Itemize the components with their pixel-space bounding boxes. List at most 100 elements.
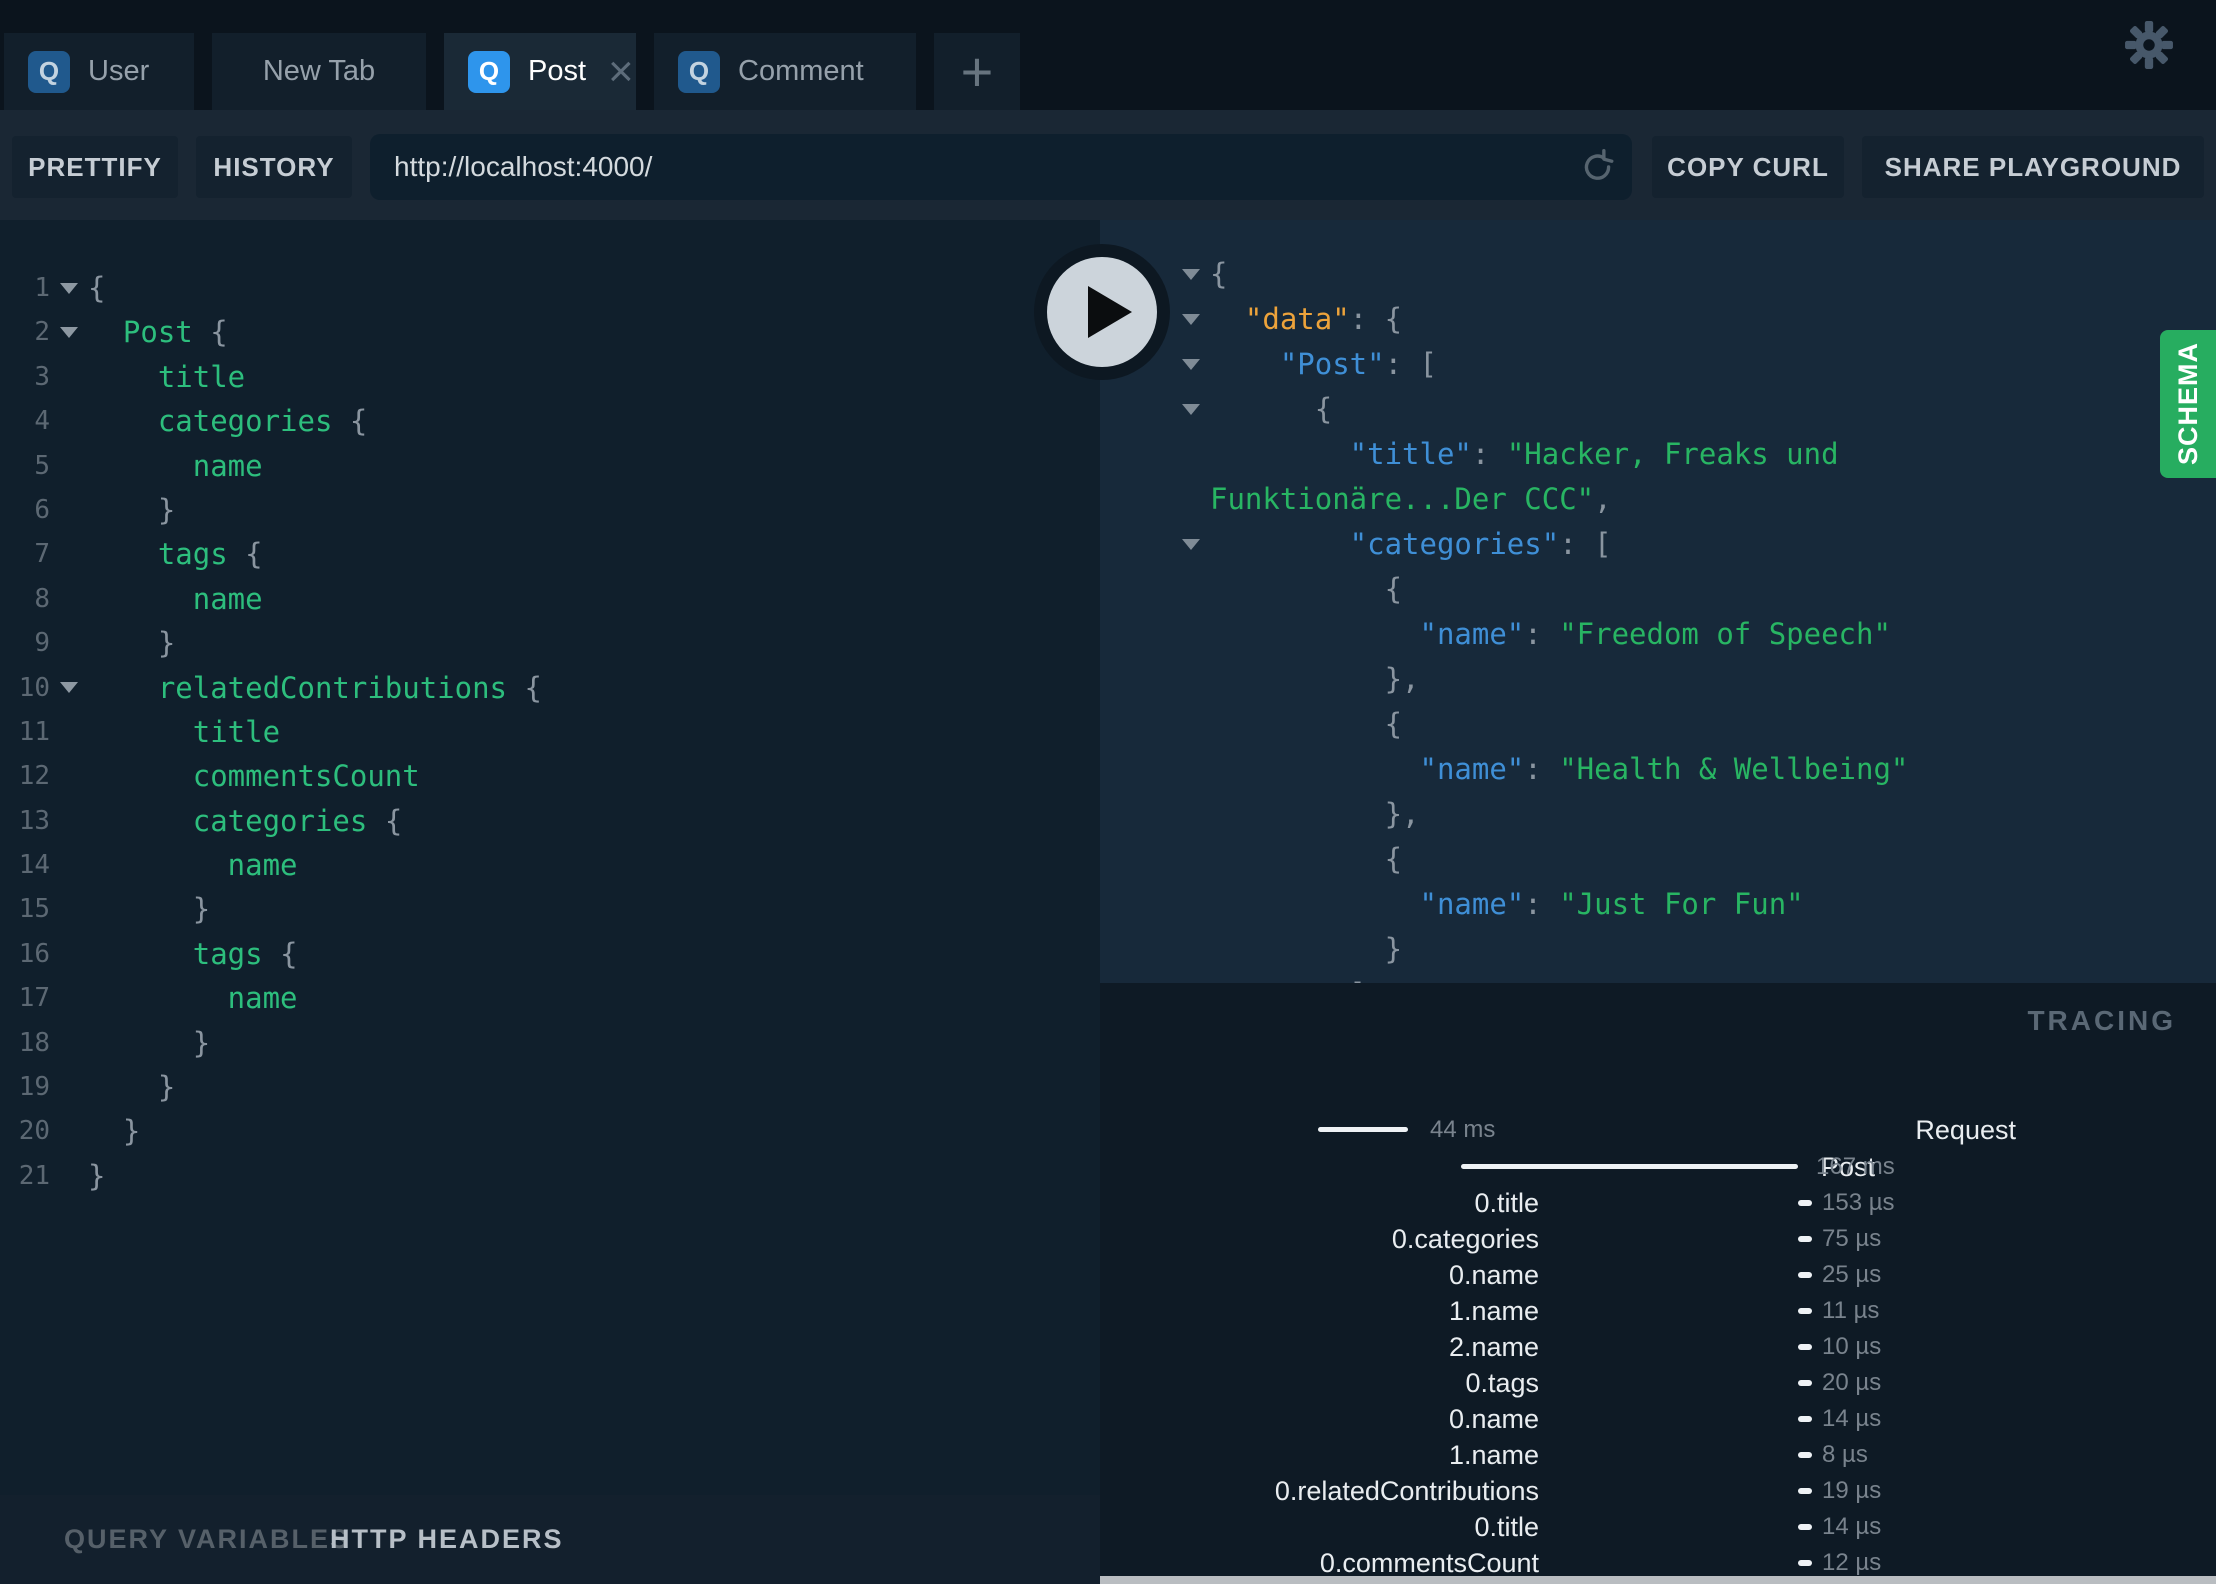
response-text: "title": "Hacker, Freaks und — [1349, 437, 1839, 471]
code-text: } — [192, 892, 211, 927]
editor-line: 8 name — [0, 577, 1100, 621]
line-number: 16 — [18, 938, 50, 969]
line-number: 10 — [18, 672, 50, 703]
response-line: { — [1100, 702, 2216, 747]
fold-arrow-icon[interactable] — [1172, 252, 1210, 297]
response-text: { — [1384, 842, 1403, 876]
tab-new-tab[interactable]: New Tab — [212, 33, 426, 110]
line-number: 15 — [18, 894, 50, 925]
fold-arrow-slot — [50, 355, 88, 399]
fold-arrow-slot — [50, 1109, 88, 1153]
trace-row: Request 44 ms — [1100, 1112, 2216, 1148]
fold-arrow-slot — [50, 843, 88, 887]
fold-arrow-slot — [1172, 837, 1210, 882]
trace-duration-bar — [1798, 1272, 1812, 1278]
trace-field-label: 0.name — [1448, 1404, 1539, 1434]
fold-arrow-slot — [50, 532, 88, 576]
response-text: { — [1210, 257, 1228, 291]
response-text: "data": { — [1244, 302, 1403, 336]
query-badge-icon: Q — [678, 50, 720, 93]
trace-row: 0.title 153 µs — [1100, 1185, 2216, 1221]
fold-arrow-slot — [50, 444, 88, 488]
trace-duration-value: 10 µs — [1822, 1333, 1882, 1360]
new-tab-button[interactable]: + — [934, 33, 1020, 110]
query-variables-tab[interactable]: QUERY VARIABLES — [64, 1495, 350, 1584]
tab-label: Post — [528, 55, 587, 87]
trace-duration-value: 19 µs — [1822, 1477, 1882, 1504]
fold-arrow-icon[interactable] — [1172, 297, 1210, 342]
line-number: 20 — [18, 1116, 50, 1147]
tab-bar-tabs: Q User New Tab Q Post × Q Comment + — [4, 33, 1020, 110]
query-editor[interactable]: 1{2 Post {3 title 4 categories {5 name 6} 7 tags… — [0, 220, 1100, 1495]
response-line: "data": { — [1100, 297, 2216, 342]
response-viewer: { "data": { "Post": [ { "title": "Hacker, Fr… — [1100, 220, 2216, 983]
fold-arrow-slot — [50, 887, 88, 931]
prettify-button[interactable]: PRETTIFY — [12, 136, 178, 198]
editor-line: 6} — [0, 488, 1100, 532]
fold-arrow-slot — [50, 976, 88, 1020]
line-number: 1 — [34, 273, 50, 303]
response-line: "categories": [ — [1100, 522, 2216, 567]
editor-line: 11 title — [0, 710, 1100, 754]
code-text: { — [88, 271, 106, 305]
close-tab-icon[interactable]: × — [608, 49, 634, 93]
tracing-title: TRACING — [2027, 1005, 2176, 1036]
fold-arrow-icon[interactable] — [50, 266, 88, 310]
code-text: name — [227, 981, 298, 1016]
response-line: { — [1100, 252, 2216, 297]
fold-arrow-icon[interactable] — [50, 666, 88, 710]
line-number: 13 — [18, 805, 50, 836]
schema-side-tab-label: SCHEMA — [2172, 342, 2203, 466]
response-text: { — [1384, 572, 1403, 606]
response-text: { — [1384, 707, 1403, 741]
trace-duration-bar — [1798, 1200, 1812, 1206]
editor-line: 15} — [0, 887, 1100, 931]
code-text: } — [157, 1070, 176, 1105]
code-text: Post { — [122, 315, 228, 350]
history-button[interactable]: HISTORY — [196, 136, 352, 198]
graphql-playground-window: Q User New Tab Q Post × Q Comment + PRETTIFY HIS… — [0, 0, 2216, 1584]
toolbar: PRETTIFY HISTORY COPY CURL SHARE PLAYGRO… — [0, 110, 2216, 220]
trace-row: 0.tags 20 µs — [1100, 1365, 2216, 1401]
response-text: "Post": [ — [1279, 347, 1437, 381]
fold-arrow-icon[interactable] — [50, 310, 88, 354]
fold-arrow-slot — [50, 710, 88, 754]
fold-arrow-slot — [50, 932, 88, 976]
schema-side-tab[interactable]: SCHEMA — [2160, 330, 2216, 478]
code-text: tags { — [192, 936, 298, 971]
copy-curl-button[interactable]: COPY CURL — [1652, 136, 1844, 198]
response-line: }, — [1100, 657, 2216, 702]
line-number: 9 — [34, 628, 50, 659]
trace-field-label: 0.title — [1474, 1512, 1539, 1542]
fold-arrow-slot — [1172, 612, 1210, 657]
fold-arrow-slot — [1172, 747, 1210, 792]
execute-query-button[interactable] — [1034, 244, 1170, 380]
tab-comment[interactable]: Q Comment — [654, 33, 916, 110]
response-text: Funktionäre...Der CCC", — [1210, 482, 1612, 516]
fold-arrow-slot — [1172, 702, 1210, 747]
tab-post[interactable]: Q Post × — [444, 33, 636, 110]
share-playground-button[interactable]: SHARE PLAYGROUND — [1862, 136, 2204, 198]
line-number: 14 — [18, 850, 50, 881]
editor-line: 14 name — [0, 843, 1100, 887]
reload-schema-icon[interactable] — [1578, 148, 1616, 186]
tab-label: User — [88, 55, 150, 87]
line-number: 7 — [34, 539, 50, 570]
tab-user[interactable]: Q User — [4, 33, 194, 110]
fold-arrow-icon[interactable] — [1172, 342, 1210, 387]
fold-arrow-icon[interactable] — [1172, 387, 1210, 432]
settings-gear-icon[interactable] — [2124, 20, 2174, 70]
editor-line: 18} — [0, 1021, 1100, 1065]
trace-row: 0.name 25 µs — [1100, 1257, 2216, 1293]
code-text: } — [88, 1158, 106, 1193]
endpoint-url-input[interactable] — [370, 134, 1632, 200]
fold-arrow-icon[interactable] — [1172, 522, 1210, 567]
editor-line: 1{ — [0, 266, 1100, 310]
query-badge-icon: Q — [28, 50, 70, 93]
editor-line: 19} — [0, 1065, 1100, 1109]
tab-label: Comment — [738, 55, 864, 87]
response-line: "name": "Health & Wellbeing" — [1100, 747, 2216, 792]
tab-bar: Q User New Tab Q Post × Q Comment + — [0, 0, 2216, 110]
tracing-horizontal-scrollbar[interactable] — [1100, 1576, 2216, 1584]
http-headers-tab[interactable]: HTTP HEADERS — [330, 1495, 564, 1584]
